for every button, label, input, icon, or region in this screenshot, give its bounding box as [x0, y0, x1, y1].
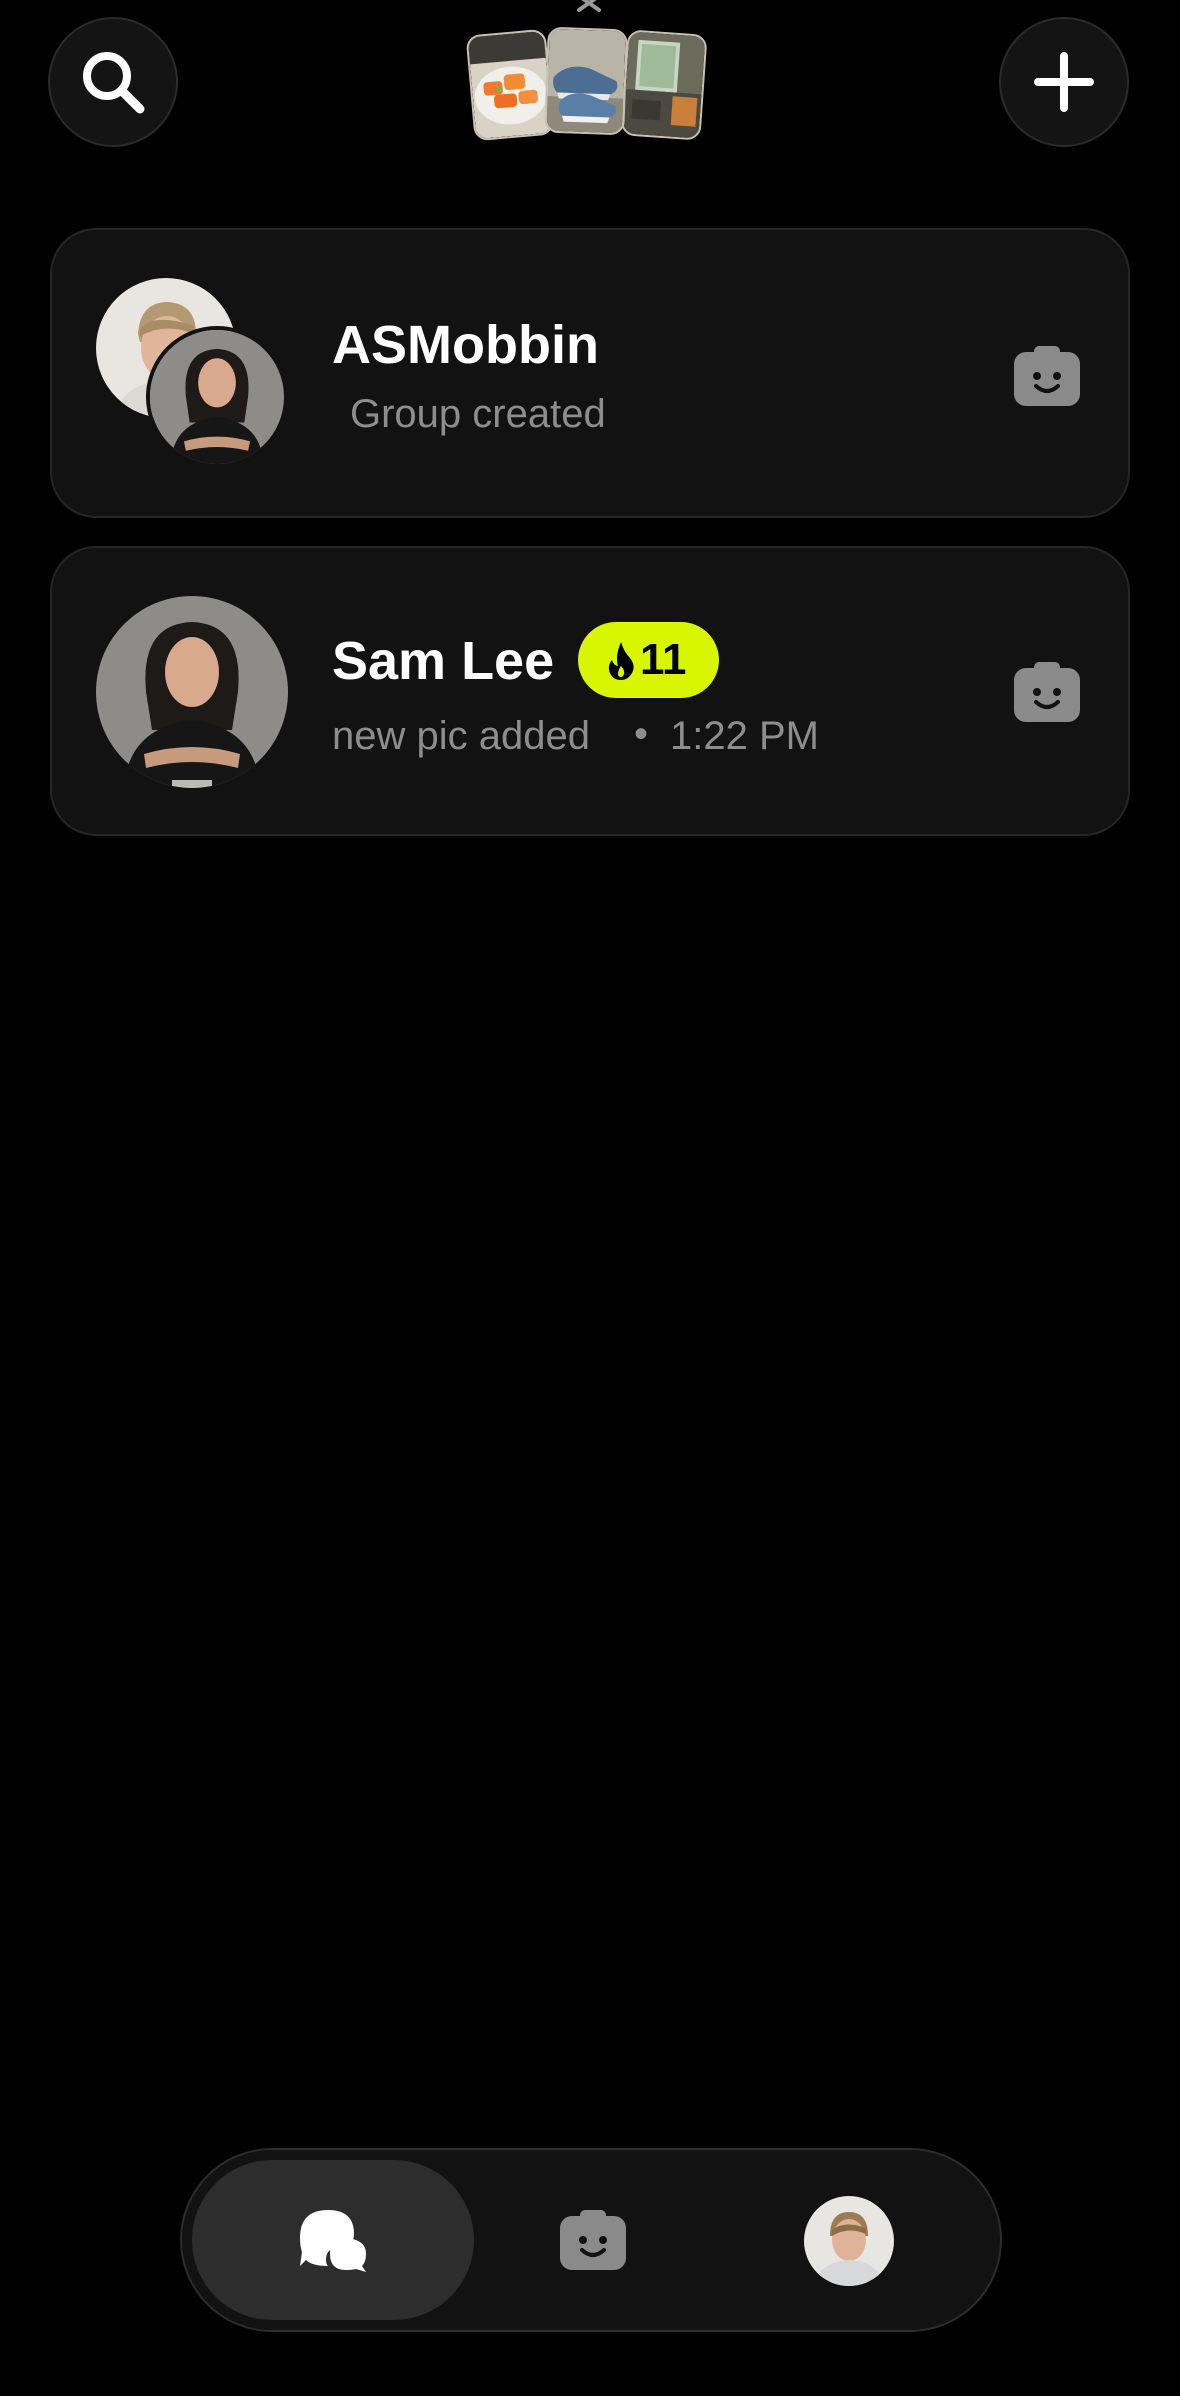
- subtitle-separator: •: [634, 712, 649, 756]
- camera-icon[interactable]: [1014, 662, 1080, 722]
- flame-icon: [608, 642, 634, 680]
- room-photo-thumbnail: [620, 29, 708, 141]
- plus-icon: [1034, 52, 1094, 112]
- chat-item-sam-lee[interactable]: Sam Lee 11 new pic added • 1:22 PM: [50, 546, 1130, 836]
- food-photo-thumbnail: [465, 28, 555, 142]
- search-button[interactable]: [48, 17, 178, 147]
- chat-subtitle: new pic added: [332, 714, 590, 758]
- nav-camera-icon[interactable]: [560, 2210, 626, 2270]
- nav-chats-tab[interactable]: [192, 2160, 474, 2320]
- sneakers-photo-thumbnail: [544, 26, 628, 136]
- woman-avatar: [146, 326, 288, 468]
- chat-title: Sam Lee: [332, 631, 555, 691]
- chat-item-asmobbin[interactable]: ASMobbin Group created: [50, 228, 1130, 518]
- streak-badge: 11: [578, 622, 719, 698]
- add-button[interactable]: [999, 17, 1129, 147]
- chat-timestamp: 1:22 PM: [670, 714, 819, 758]
- camera-icon[interactable]: [1014, 346, 1080, 406]
- profile-avatar[interactable]: [804, 2196, 894, 2286]
- chat-title: ASMobbin: [332, 315, 599, 375]
- bottom-nav: [180, 2148, 1002, 2332]
- recent-photos-stack[interactable]: [462, 26, 722, 146]
- streak-count: 11: [640, 635, 687, 684]
- close-icon[interactable]: [574, 0, 604, 16]
- search-icon: [83, 52, 145, 114]
- chat-subtitle: Group created: [350, 392, 606, 436]
- woman-avatar: [96, 596, 288, 788]
- chats-icon: [300, 2210, 366, 2272]
